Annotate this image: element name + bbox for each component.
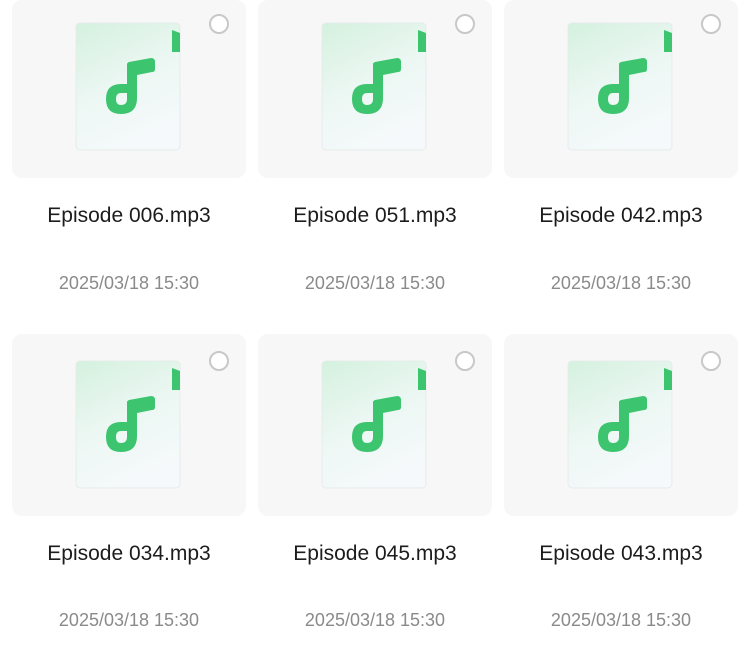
select-checkbox[interactable]	[701, 14, 721, 34]
file-date: 2025/03/18 15:30	[550, 610, 692, 630]
file-grid: Episode 006.mp3 2025/03/18 15:30 Episode…	[0, 0, 750, 665]
file-thumbnail[interactable]	[258, 334, 492, 516]
audio-file-icon	[321, 360, 427, 489]
file-date: 2025/03/18 15:30	[58, 610, 200, 630]
file-thumbnail[interactable]	[12, 0, 246, 178]
file-thumbnail[interactable]	[258, 0, 492, 178]
audio-file-icon	[567, 22, 673, 151]
file-name: Episode 043.mp3	[539, 542, 703, 565]
select-checkbox[interactable]	[701, 351, 721, 371]
file-thumbnail[interactable]	[504, 334, 738, 516]
file-name: Episode 034.mp3	[47, 542, 211, 565]
file-name: Episode 042.mp3	[539, 204, 703, 227]
select-checkbox[interactable]	[209, 351, 229, 371]
select-checkbox[interactable]	[455, 14, 475, 34]
audio-file-icon	[75, 22, 181, 151]
file-name: Episode 006.mp3	[47, 204, 211, 227]
file-date: 2025/03/18 15:30	[58, 273, 200, 293]
select-checkbox[interactable]	[209, 14, 229, 34]
audio-file-icon	[75, 360, 181, 489]
file-date: 2025/03/18 15:30	[550, 273, 692, 293]
file-thumbnail[interactable]	[12, 334, 246, 516]
file-thumbnail[interactable]	[504, 0, 738, 178]
file-name: Episode 051.mp3	[293, 204, 457, 227]
file-name: Episode 045.mp3	[293, 542, 457, 565]
file-date: 2025/03/18 15:30	[304, 610, 446, 630]
audio-file-icon	[567, 360, 673, 489]
audio-file-icon	[321, 22, 427, 151]
select-checkbox[interactable]	[455, 351, 475, 371]
file-date: 2025/03/18 15:30	[304, 273, 446, 293]
